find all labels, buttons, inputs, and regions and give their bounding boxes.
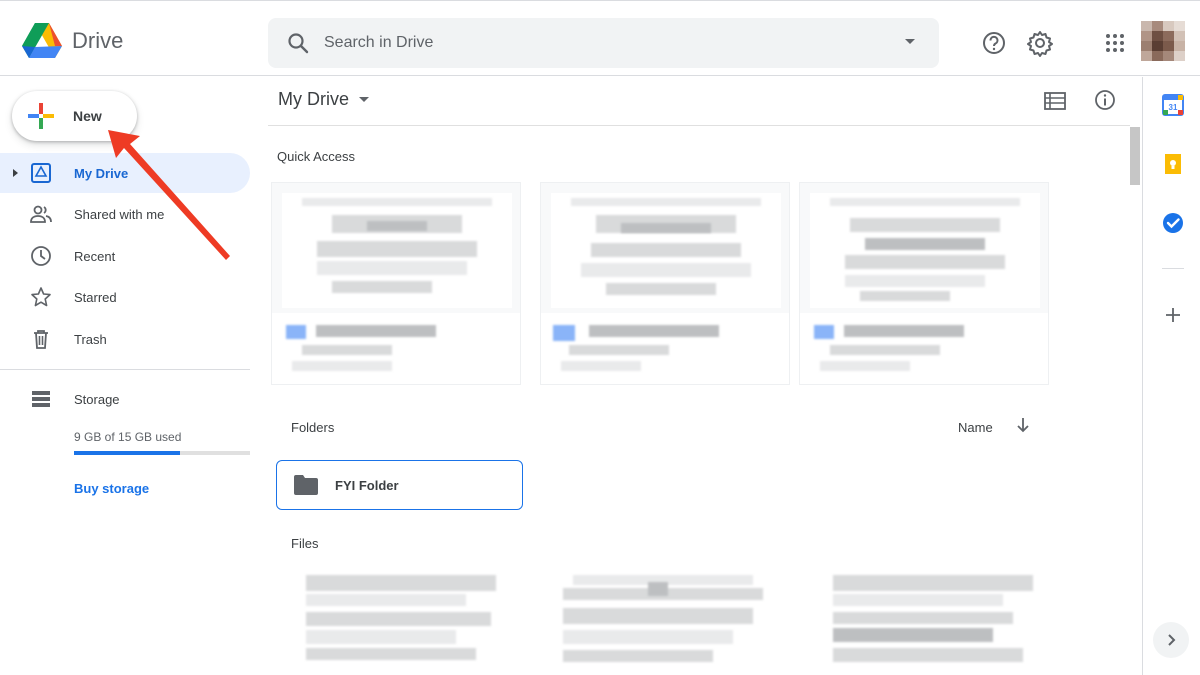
quick-access-card[interactable] <box>540 182 790 385</box>
sidebar-item-trash[interactable]: Trash <box>0 319 250 359</box>
star-icon <box>31 287 51 307</box>
card-footer <box>800 313 1048 384</box>
drive-logo-icon <box>22 23 62 58</box>
search-input[interactable] <box>324 34 884 52</box>
info-icon[interactable] <box>1094 89 1116 111</box>
trash-icon <box>34 330 48 349</box>
quick-access-card[interactable] <box>799 182 1049 385</box>
search-icon[interactable] <box>286 31 310 55</box>
app-name: Drive <box>72 28 124 53</box>
card-footer <box>541 313 789 384</box>
sidebar-item-starred[interactable]: Starred <box>0 277 250 317</box>
expand-panel-button[interactable] <box>1153 622 1189 658</box>
sidebar: New My Drive Shared with me Recent Starr… <box>0 77 256 675</box>
avatar[interactable] <box>1141 21 1185 61</box>
sort-by-name-button[interactable]: Name <box>958 420 993 435</box>
folder-item[interactable]: FYI Folder <box>276 460 523 510</box>
keep-icon[interactable] <box>1162 153 1184 175</box>
files-heading: Files <box>291 536 319 551</box>
top-bar: Drive <box>0 0 1200 76</box>
storage-icon <box>32 391 50 407</box>
storage-usage-text: 9 GB of 15 GB used <box>74 430 182 444</box>
sidebar-item-label: Storage <box>74 391 120 407</box>
chevron-right-icon <box>1168 634 1176 646</box>
quick-access-heading: Quick Access <box>277 149 356 164</box>
sidebar-item-my-drive[interactable]: My Drive <box>0 153 250 193</box>
sidebar-item-recent[interactable]: Recent <box>0 236 250 276</box>
new-button-label: New <box>73 108 102 124</box>
sidebar-item-shared-with-me[interactable]: Shared with me <box>0 194 250 234</box>
side-panel: 31 <box>1142 77 1200 675</box>
buy-storage-link[interactable]: Buy storage <box>74 481 149 496</box>
add-icon[interactable] <box>1162 304 1184 326</box>
shared-people-icon <box>30 205 52 223</box>
list-view-icon[interactable] <box>1044 91 1066 111</box>
calendar-day: 31 <box>1169 103 1178 112</box>
storage-progress-fill <box>74 451 180 455</box>
folder-icon <box>294 475 318 495</box>
expand-caret-icon[interactable] <box>13 169 18 177</box>
new-button[interactable]: New <box>12 91 137 141</box>
storage-progress-bar <box>74 451 250 455</box>
help-icon[interactable] <box>980 29 1008 57</box>
sidebar-item-label: Starred <box>74 289 117 305</box>
search-options-icon[interactable] <box>905 39 915 44</box>
sidebar-item-label: Shared with me <box>74 206 165 222</box>
card-footer <box>272 313 520 384</box>
sidebar-item-label: Trash <box>74 331 107 347</box>
chevron-down-icon <box>359 97 369 102</box>
header-divider <box>268 125 1130 126</box>
folder-name: FYI Folder <box>335 477 399 493</box>
sidebar-item-label: My Drive <box>74 165 129 181</box>
file-preview-thumbnail <box>810 193 1040 308</box>
calendar-icon[interactable]: 31 <box>1162 94 1184 116</box>
tasks-icon[interactable] <box>1162 212 1184 234</box>
search-bar[interactable] <box>268 18 939 68</box>
plus-icon <box>28 103 54 129</box>
sidebar-divider <box>0 369 250 370</box>
page-title-text: My Drive <box>278 89 349 109</box>
file-card[interactable] <box>548 572 780 675</box>
drive-logo[interactable]: Drive <box>22 23 123 59</box>
my-drive-icon <box>31 163 51 183</box>
side-panel-divider <box>1162 268 1184 269</box>
apps-grid-icon[interactable] <box>1101 29 1129 57</box>
folders-heading: Folders <box>291 420 335 435</box>
page-title[interactable]: My Drive <box>278 89 369 110</box>
file-preview-thumbnail <box>282 193 512 308</box>
main-content: My Drive Quick Access Folders Name FYI F… <box>268 77 1142 675</box>
settings-icon[interactable] <box>1026 29 1054 57</box>
file-card[interactable] <box>818 572 1050 675</box>
file-preview-thumbnail <box>551 193 781 308</box>
sidebar-item-storage[interactable]: Storage <box>0 379 250 419</box>
sidebar-item-label: Recent <box>74 248 116 264</box>
arrow-down-icon[interactable] <box>1016 417 1030 433</box>
scrollbar[interactable] <box>1130 127 1140 185</box>
file-card[interactable] <box>288 572 520 675</box>
quick-access-card[interactable] <box>271 182 521 385</box>
clock-icon <box>31 246 51 266</box>
